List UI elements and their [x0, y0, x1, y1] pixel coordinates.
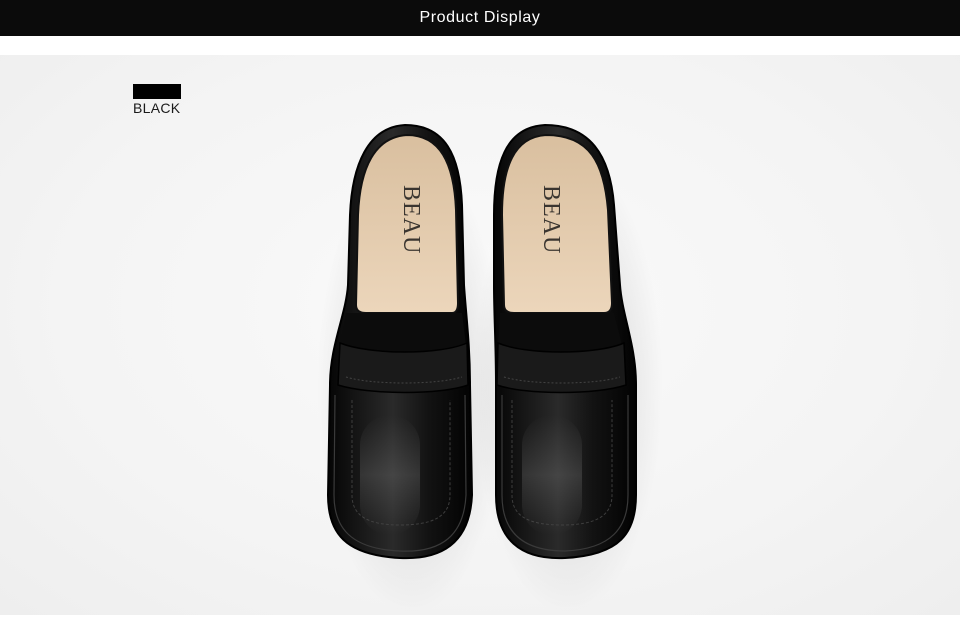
color-option-black[interactable]: BLACK: [133, 84, 193, 124]
color-swatch: [133, 84, 181, 99]
section-title: Product Display: [419, 9, 541, 26]
product-stage: BEAU BEAU BLACK: [0, 55, 960, 615]
product-photo: BEAU BEAU: [317, 123, 663, 615]
right-loafer: BEAU: [473, 123, 663, 615]
color-swatch-label: BLACK: [133, 100, 181, 116]
insole-brand-right: BEAU: [538, 185, 564, 254]
product-display-page: Product Display BEAU BEAU BLACK: [0, 0, 960, 635]
section-header: Product Display: [0, 0, 960, 36]
insole-brand-left: BEAU: [398, 185, 424, 254]
